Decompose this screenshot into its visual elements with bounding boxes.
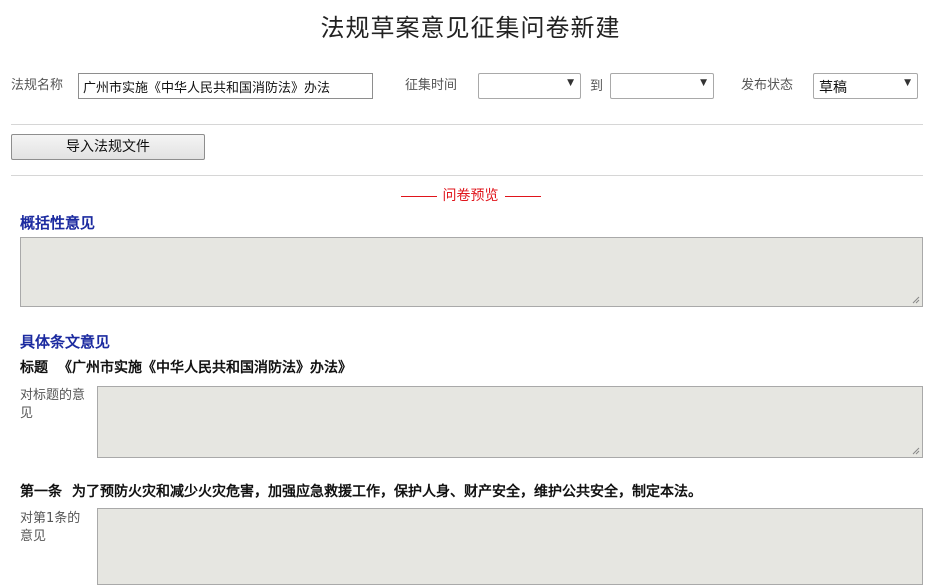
general-opinion-textarea[interactable] xyxy=(20,237,923,307)
publish-status-value: 草稿 xyxy=(819,80,847,96)
chevron-down-icon: ▼ xyxy=(567,78,574,88)
dash-line xyxy=(504,195,541,197)
divider xyxy=(11,124,923,125)
title-article-line: 标题 《广州市实施《中华人民共和国消防法》办法》 xyxy=(20,357,352,377)
regulation-name-label: 法规名称 xyxy=(11,78,64,93)
period-end-select[interactable]: ▼ xyxy=(610,73,714,99)
preview-label: 问卷预览 xyxy=(442,188,499,204)
questionnaire-preview-header: 问卷预览 xyxy=(0,185,941,205)
import-regulation-button[interactable]: 导入法规文件 xyxy=(11,134,205,160)
chevron-down-icon: ▼ xyxy=(700,78,707,88)
general-opinion-heading: 概括性意见 xyxy=(20,214,96,232)
title-tag: 标题 xyxy=(20,360,48,376)
regulation-name-input[interactable]: 广州市实施《中华人民共和国消防法》办法 xyxy=(78,73,373,99)
dash-line xyxy=(400,195,437,197)
page-title: 法规草案意见征集问卷新建 xyxy=(320,14,621,42)
publish-status-label: 发布状态 xyxy=(741,78,794,93)
article-1-comment-label: 对第1条的意见 xyxy=(20,511,81,544)
collection-period-label: 征集时间 xyxy=(405,78,458,93)
article-1-text: 为了预防火灾和减少火灾危害，加强应急救援工作，保护人身、财产安全，维护公共安全，… xyxy=(72,484,702,500)
specific-opinion-heading: 具体条文意见 xyxy=(20,333,111,351)
chevron-down-icon: ▼ xyxy=(904,78,911,88)
article-1-tag: 第一条 xyxy=(20,484,62,500)
article-1-line: 第一条 为了预防火灾和减少火灾危害，加强应急救援工作，保护人身、财产安全，维护公共… xyxy=(20,481,702,501)
period-start-select[interactable]: ▼ xyxy=(478,73,581,99)
title-comment-textarea[interactable] xyxy=(97,386,923,458)
title-text: 《广州市实施《中华人民共和国消防法》办法》 xyxy=(58,360,352,376)
period-to-label: 到 xyxy=(590,79,604,94)
article-1-comment-textarea[interactable] xyxy=(97,508,923,585)
publish-status-select[interactable]: 草稿 ▼ xyxy=(813,73,918,99)
resize-grip-icon[interactable] xyxy=(910,294,920,304)
resize-grip-icon[interactable] xyxy=(910,445,920,455)
title-comment-label: 对标题的意见 xyxy=(20,388,86,421)
divider xyxy=(11,175,923,176)
